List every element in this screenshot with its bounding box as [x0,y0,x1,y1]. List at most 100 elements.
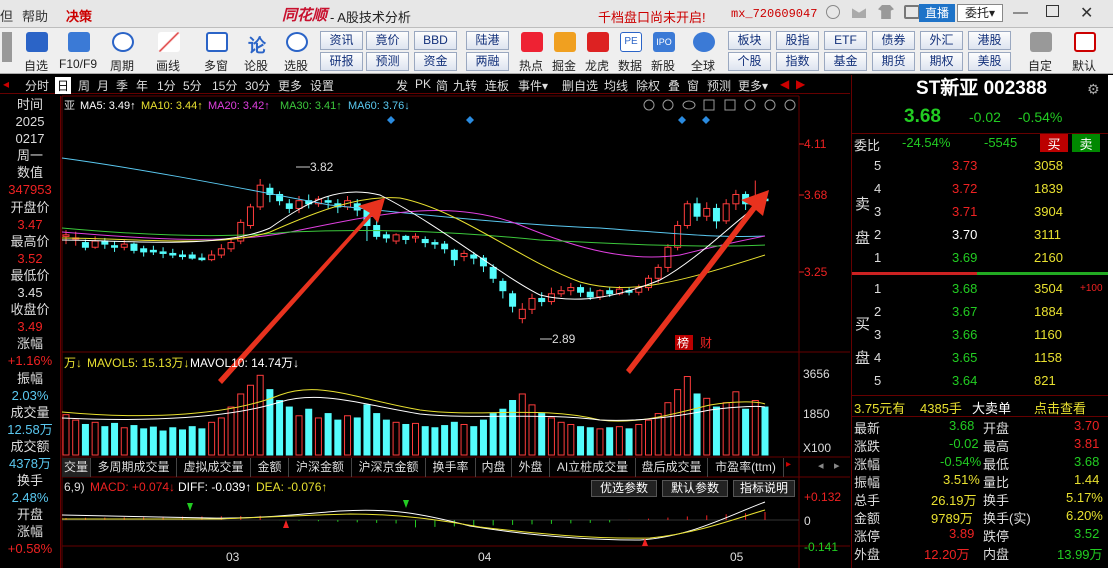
vol-unit: 万↓ [64,356,82,370]
event-diamond-icon [678,116,686,124]
settings-gear-icon[interactable]: ⚙ [1087,81,1100,98]
volume-bar [441,425,449,456]
volume-bar [547,417,555,456]
ask-row[interactable]: 3 3.71 3904 [852,204,1111,223]
volume-bar [703,397,711,456]
zoom-in-icon[interactable] [764,99,776,111]
ask-row[interactable]: 4 3.72 1839 [852,181,1111,200]
view-big-order-link[interactable]: 点击查看 [1034,398,1086,417]
bid-row[interactable]: 5 3.64 821 [852,373,1111,392]
screen-icon[interactable] [904,5,920,19]
volume-bar [392,421,400,456]
tab-turnover[interactable]: 换手率 [426,458,476,477]
tab-sh-sz-bj-amount[interactable]: 沪深京金额 [352,458,426,477]
weibi-row: 委比 -24.54% -5545 买 卖 [852,133,1111,153]
default-params-button[interactable]: 默认参数 [662,480,728,497]
volume-bar [421,426,429,456]
zoom-out-icon[interactable] [784,99,796,111]
info-label: 换手 [16,473,43,489]
volume-axis: 3656 1850 X100 [803,367,831,455]
sell-button[interactable]: 卖 [1072,134,1100,152]
candle [596,289,604,300]
volume-bar [761,406,769,456]
mail-icon[interactable] [852,8,866,18]
custom-button[interactable]: 自定 [1020,28,1060,74]
bid-row[interactable]: 1 3.68 3504 +100 [852,281,1111,300]
tab-pe-ttm[interactable]: 市盈率(ttm) [708,458,784,477]
candle [198,253,206,262]
x-tick: 04 [478,550,492,564]
candle [237,219,245,245]
live-button[interactable]: 直播 [919,4,955,22]
ask-row[interactable]: 2 3.70 3111 [852,227,1111,246]
minimize-icon[interactable]: — [1013,4,1028,21]
cai-badge-label: 财 [700,336,712,350]
tab-inner[interactable]: 内盘 [476,458,512,477]
big-order-row: 3.75元有 4385手 大卖单 点击查看 [852,395,1111,417]
volume-bar [722,402,730,456]
ask-row[interactable]: 5 3.73 3058 [852,158,1111,177]
x-tick: 03 [226,550,240,564]
bid-row[interactable]: 3 3.66 1160 [852,327,1111,346]
stock-name: ST新亚 [916,78,979,99]
tab-volume[interactable]: 交量 [62,458,91,477]
maximize-icon[interactable] [1046,5,1059,17]
price-tick: 3.68 [804,188,828,202]
candle [528,293,536,314]
quote-row: 涨停 3.89 跌停 3.52 [854,526,1100,544]
buy-button[interactable]: 买 [1040,134,1068,152]
optimal-params-button[interactable]: 优选参数 [591,480,657,497]
macd-value: MACD: +0.074↓ [90,480,175,494]
candle [693,197,701,221]
tab-sh-sz-amount[interactable]: 沪深金额 [289,458,352,477]
tab-outer[interactable]: 外盘 [512,458,550,477]
tab-add-icon[interactable]: ▸ [786,459,791,470]
futures-button[interactable]: 期货 [872,52,915,71]
ma20-line [61,209,766,258]
bond-button[interactable]: 债券 [872,31,915,50]
tab-multi-period-volume[interactable]: 多周期成交量 [91,458,177,477]
price-markers: 3.82 2.89 榜 财 [296,116,712,350]
candle [111,241,119,252]
volume-bar [246,384,254,456]
bid-row[interactable]: 4 3.65 1158 [852,350,1111,369]
hand-icon[interactable] [724,99,736,111]
volume-bar [373,413,381,456]
info-label: 数值 [16,165,43,181]
candle [227,237,235,252]
hk-stock-button[interactable]: 港股 [968,31,1011,50]
bid-row[interactable]: 2 3.67 1884 [852,304,1111,323]
volume-bar [664,402,672,456]
info-value: +0.58% [7,541,53,557]
forex-button[interactable]: 外汇 [920,31,963,50]
x-tick: 05 [730,550,744,564]
tab-scroll-left-icon[interactable]: ◂ [818,459,824,472]
indicator-help-button[interactable]: 指标说明 [733,480,795,497]
eye-icon[interactable] [682,100,696,110]
candle [179,250,186,260]
close-icon[interactable]: ✕ [1080,3,1093,23]
lock-icon[interactable] [703,99,715,111]
settings-icon[interactable] [643,99,655,111]
tab-virtual-volume[interactable]: 虚拟成交量 [177,458,251,477]
ask-row[interactable]: 1 3.69 2160 [852,250,1111,269]
macd-sell-signal-icon [283,520,289,528]
tab-amount[interactable]: 金额 [251,458,289,477]
default-button[interactable]: 默认 [1064,28,1104,74]
refresh-icon[interactable] [744,99,756,111]
options-button[interactable]: 期权 [920,52,963,71]
volume-bar [751,400,759,456]
price-change: -0.02 [969,109,1001,125]
bang-badge-label: 榜 [677,335,689,350]
delegate-button[interactable]: 委托▾ [957,4,1003,22]
quote-row: 涨幅 -0.54% 最低 3.68 [854,454,1100,472]
dea-line [62,509,766,539]
skin-icon[interactable] [878,5,894,19]
tab-after-hours-volume[interactable]: 盘后成交量 [636,458,708,477]
candle [460,250,468,262]
us-stock-button[interactable]: 美股 [968,52,1011,71]
question-icon[interactable] [662,99,674,111]
tab-scroll-right-icon[interactable]: ▸ [834,459,840,472]
tab-ai-volume[interactable]: AI立桩成交量 [550,458,636,477]
candle [412,233,419,243]
